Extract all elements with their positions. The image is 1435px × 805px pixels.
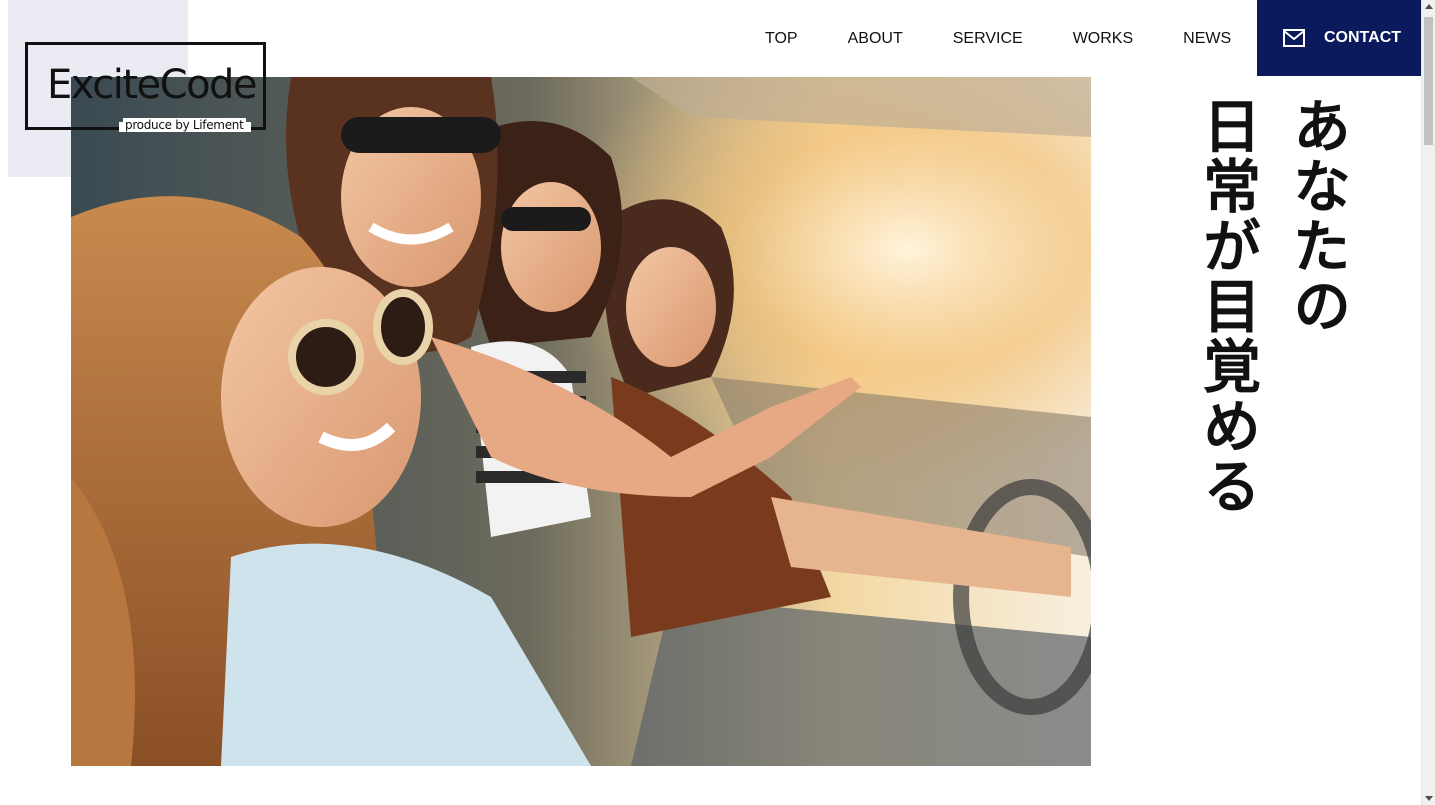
global-nav: TOP ABOUT SERVICE WORKS NEWS: [740, 0, 1256, 77]
nav-item-top[interactable]: TOP: [740, 30, 823, 48]
logo-title: ExciteCode: [47, 62, 258, 108]
page: ExciteCode produce by Lifement TOP ABOUT…: [0, 0, 1435, 805]
nav-item-about[interactable]: ABOUT: [823, 30, 928, 48]
hero-catchphrase: あなたの 日常が目覚める: [1180, 96, 1351, 536]
contact-label: CONTACT: [1324, 29, 1402, 46]
logo-subtitle: produce by Lifement: [123, 118, 246, 132]
mail-icon: [1283, 29, 1305, 47]
scroll-thumb[interactable]: [1424, 17, 1433, 145]
catchphrase-line-1: あなたの: [1283, 96, 1351, 336]
nav-item-service[interactable]: SERVICE: [928, 30, 1048, 48]
scroll-up-arrow-icon[interactable]: [1425, 4, 1433, 9]
site-logo[interactable]: ExciteCode produce by Lifement: [25, 42, 266, 132]
catchphrase-line-2: 日常が目覚める: [1193, 96, 1261, 516]
page-scrollbar[interactable]: [1421, 0, 1435, 805]
nav-item-news[interactable]: NEWS: [1158, 30, 1256, 48]
nav-item-works[interactable]: WORKS: [1048, 30, 1158, 48]
contact-button[interactable]: CONTACT: [1257, 0, 1422, 76]
hero-image: [71, 77, 1091, 766]
scroll-down-arrow-icon[interactable]: [1425, 796, 1433, 801]
